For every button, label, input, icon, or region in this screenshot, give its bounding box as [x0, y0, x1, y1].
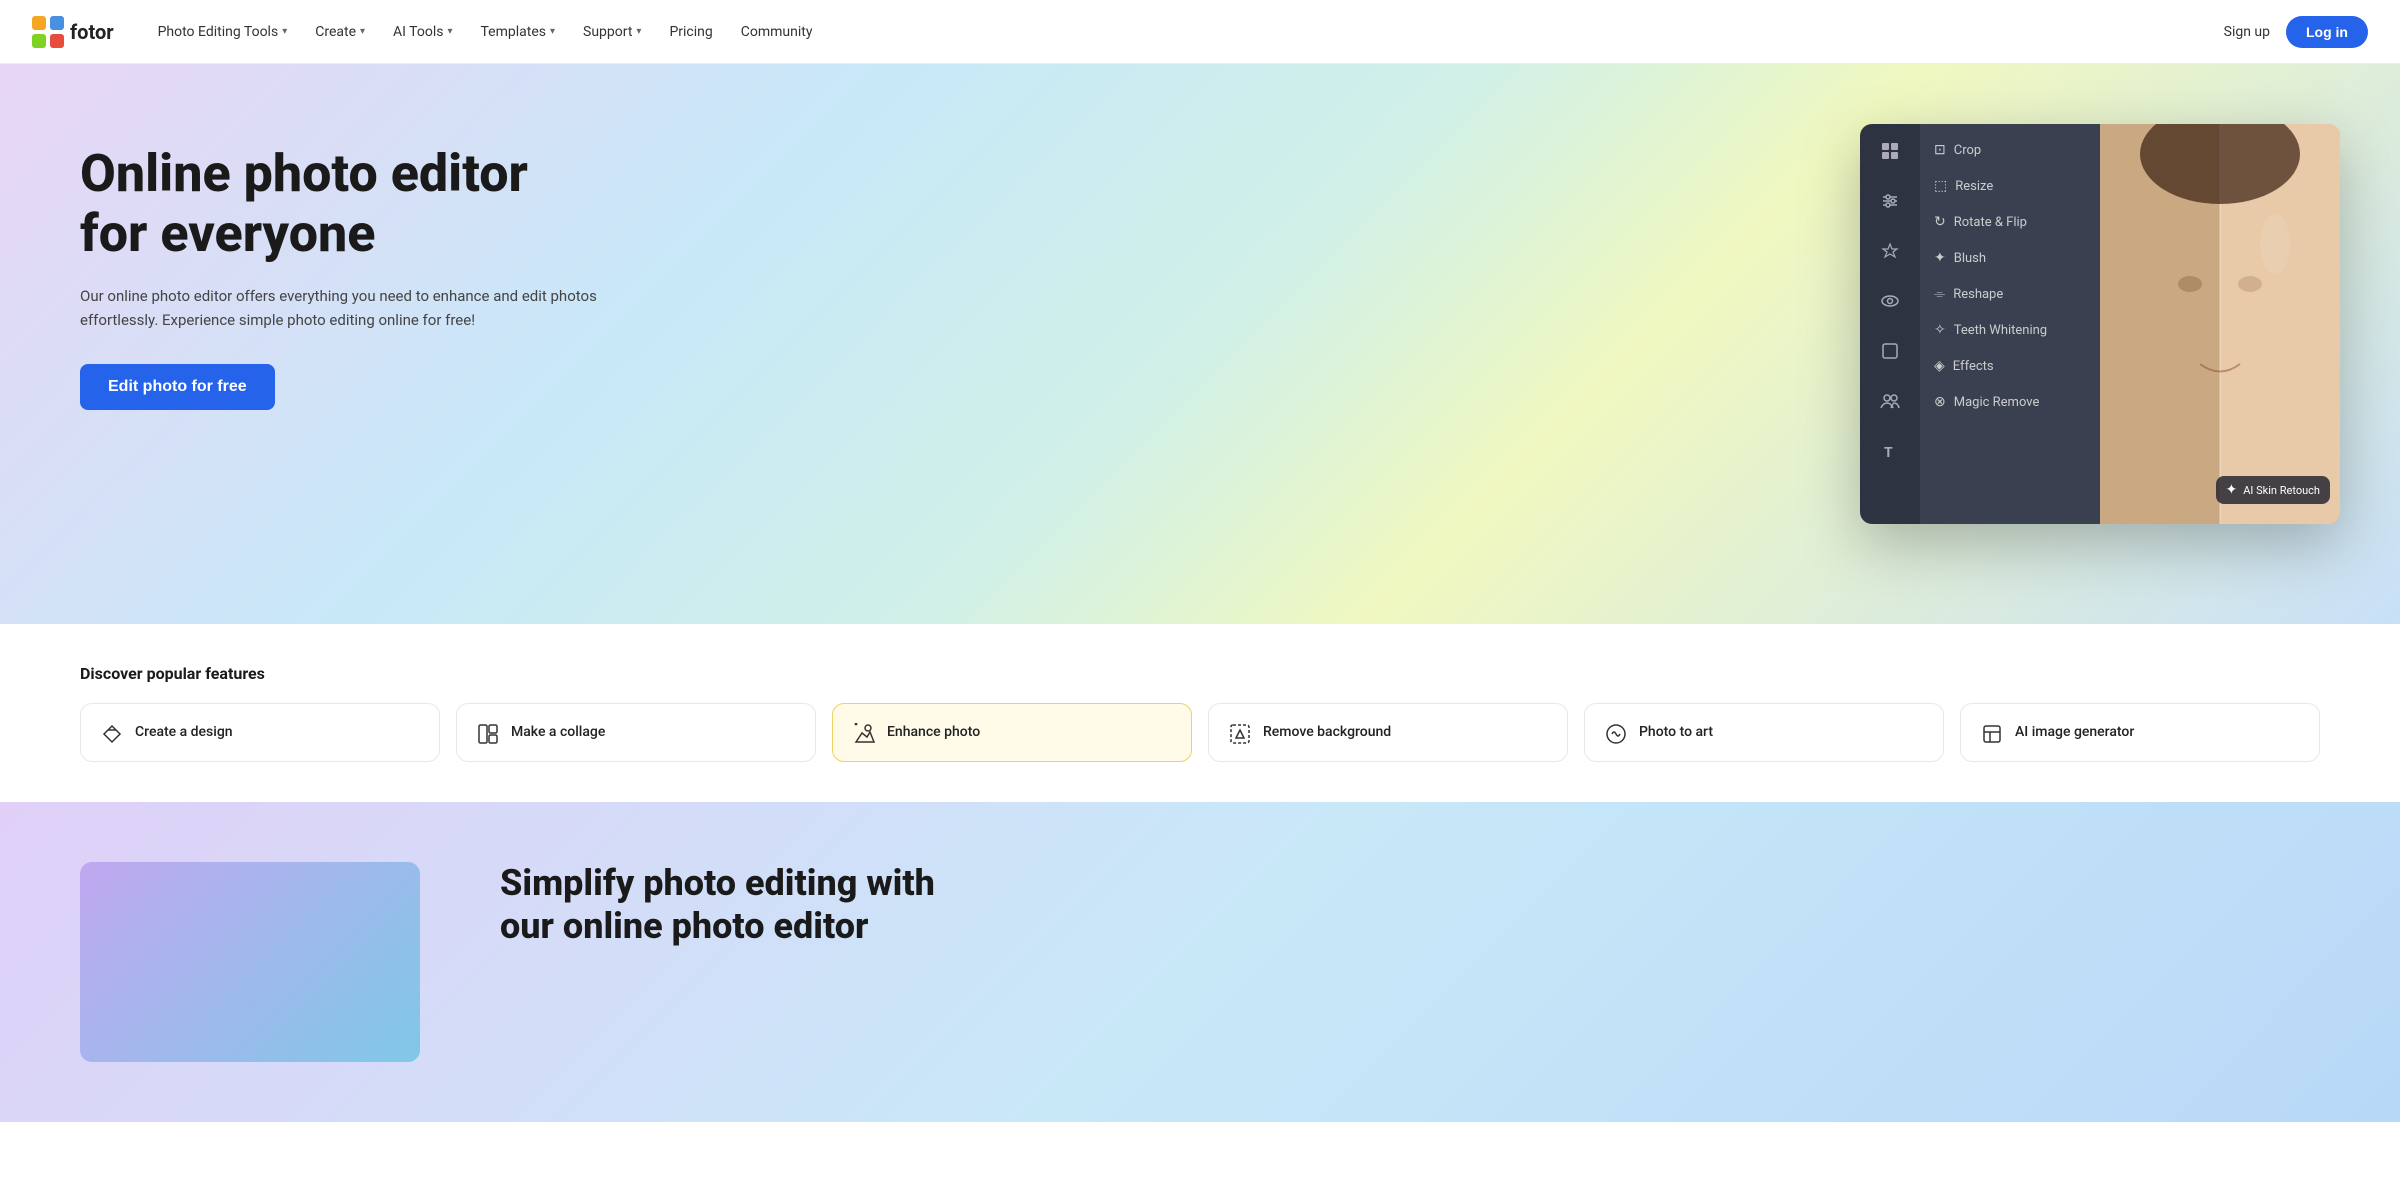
- editor-sidebar: T: [1860, 124, 1920, 524]
- nav-link-community[interactable]: Community: [729, 18, 825, 46]
- enhance-photo-icon: [853, 720, 875, 745]
- brand-name: fotor: [70, 20, 114, 44]
- features-section: Discover popular features Create a desig…: [0, 624, 2400, 802]
- feature-card-remove-background[interactable]: Remove background: [1208, 703, 1568, 762]
- panel-icon: ✦: [1934, 250, 1946, 266]
- sidebar-apps-icon[interactable]: [1875, 136, 1905, 166]
- hero-subtitle: Our online photo editor offers everythin…: [80, 284, 600, 332]
- panel-label: Reshape: [1953, 287, 2003, 302]
- panel-item-crop[interactable]: ⊡ Crop: [1920, 132, 2100, 168]
- panel-icon: ◈: [1934, 358, 1945, 374]
- sidebar-eye-icon[interactable]: [1875, 286, 1905, 316]
- ai-badge-icon: ✦: [2226, 482, 2238, 498]
- hero-section: Online photo editor for everyone Our onl…: [0, 64, 2400, 624]
- panel-label: Teeth Whitening: [1954, 323, 2047, 338]
- sidebar-beauty-icon[interactable]: [1875, 236, 1905, 266]
- chevron-down-icon: ▾: [550, 26, 555, 37]
- feature-label: Make a collage: [511, 724, 605, 740]
- feature-card-enhance-photo[interactable]: Enhance photo: [832, 703, 1192, 762]
- panel-icon: ⊡: [1934, 142, 1946, 158]
- panel-item-reshape[interactable]: ⌯ Reshape: [1920, 276, 2100, 312]
- panel-icon: ⬚: [1934, 178, 1947, 194]
- feature-label: Photo to art: [1639, 724, 1713, 740]
- panel-icon: ⌯: [1934, 286, 1945, 302]
- svg-text:T: T: [1884, 445, 1893, 461]
- nav-links: Photo Editing Tools▾Create▾AI Tools▾Temp…: [146, 18, 2224, 46]
- features-title: Discover popular features: [80, 664, 2320, 683]
- hero-title: Online photo editor for everyone: [80, 144, 600, 264]
- panel-label: Effects: [1953, 359, 1994, 374]
- face-image: [2100, 124, 2340, 524]
- panel-item-rotate-&-flip[interactable]: ↻ Rotate & Flip: [1920, 204, 2100, 240]
- nav-link-pricing[interactable]: Pricing: [657, 18, 724, 46]
- chevron-down-icon: ▾: [447, 26, 452, 37]
- sidebar-people-icon[interactable]: [1875, 386, 1905, 416]
- nav-link-support[interactable]: Support▾: [571, 18, 653, 46]
- panel-icon: ✧: [1934, 322, 1946, 338]
- sidebar-text-icon[interactable]: T: [1875, 436, 1905, 466]
- chevron-down-icon: ▾: [282, 26, 287, 37]
- feature-label: Enhance photo: [887, 724, 980, 740]
- nav-link-create[interactable]: Create▾: [303, 18, 377, 46]
- create-a-design-icon: [101, 720, 123, 745]
- feature-label: Remove background: [1263, 724, 1391, 740]
- feature-label: Create a design: [135, 724, 233, 740]
- chevron-down-icon: ▾: [360, 26, 365, 37]
- editor-canvas: ✦ AI Skin Retouch: [2100, 124, 2340, 524]
- sidebar-crop-icon[interactable]: [1875, 336, 1905, 366]
- signup-link[interactable]: Sign up: [2224, 24, 2270, 40]
- chevron-down-icon: ▾: [636, 26, 641, 37]
- nav-link-ai-tools[interactable]: AI Tools▾: [381, 18, 464, 46]
- navbar: fotor Photo Editing Tools▾Create▾AI Tool…: [0, 0, 2400, 64]
- editor-panel: ⊡ Crop ⬚ Resize ↻ Rotate & Flip ✦ Blush ⌯ Reshape…: [1920, 124, 2100, 524]
- editor-preview: T ⊡ Crop ⬚ Resize ↻ Rotate & Flip ✦ Blush ⌯ Resha…: [1860, 124, 2340, 524]
- hero-content: Online photo editor for everyone Our onl…: [80, 124, 600, 410]
- panel-item-blush[interactable]: ✦ Blush: [1920, 240, 2100, 276]
- ai-badge-label: AI Skin Retouch: [2243, 484, 2320, 497]
- nav-link-photo-editing-tools[interactable]: Photo Editing Tools▾: [146, 18, 300, 46]
- ai-skin-retouch-badge: ✦ AI Skin Retouch: [2216, 476, 2330, 504]
- feature-label: AI image generator: [2015, 724, 2134, 740]
- panel-label: Rotate & Flip: [1954, 215, 2027, 230]
- login-button[interactable]: Log in: [2286, 16, 2368, 48]
- feature-card-ai-image-generator[interactable]: AI image generator: [1960, 703, 2320, 762]
- panel-label: Crop: [1954, 143, 1981, 158]
- panel-label: Resize: [1955, 179, 1993, 194]
- nav-link-templates[interactable]: Templates▾: [468, 18, 567, 46]
- panel-item-effects[interactable]: ◈ Effects: [1920, 348, 2100, 384]
- make-a-collage-icon: [477, 720, 499, 745]
- bottom-content: Simplify photo editing with our online p…: [500, 862, 2320, 948]
- bottom-section: Simplify photo editing with our online p…: [0, 802, 2400, 1122]
- panel-label: Magic Remove: [1954, 395, 2040, 410]
- sidebar-adjust-icon[interactable]: [1875, 186, 1905, 216]
- ai-image-generator-icon: [1981, 720, 2003, 745]
- nav-auth: Sign up Log in: [2224, 16, 2368, 48]
- feature-card-photo-to-art[interactable]: Photo to art: [1584, 703, 1944, 762]
- feature-card-make-a-collage[interactable]: Make a collage: [456, 703, 816, 762]
- feature-card-create-a-design[interactable]: Create a design: [80, 703, 440, 762]
- bottom-title: Simplify photo editing with our online p…: [500, 862, 960, 948]
- remove-background-icon: [1229, 720, 1251, 745]
- panel-icon: ⊗: [1934, 394, 1946, 410]
- logo[interactable]: fotor: [32, 16, 114, 48]
- panel-item-magic-remove[interactable]: ⊗ Magic Remove: [1920, 384, 2100, 420]
- panel-item-resize[interactable]: ⬚ Resize: [1920, 168, 2100, 204]
- bottom-image: [80, 862, 420, 1062]
- hero-cta-button[interactable]: Edit photo for free: [80, 364, 275, 410]
- panel-item-teeth-whitening[interactable]: ✧ Teeth Whitening: [1920, 312, 2100, 348]
- hero-editor-mockup: T ⊡ Crop ⬚ Resize ↻ Rotate & Flip ✦ Blush ⌯ Resha…: [1860, 124, 2340, 524]
- panel-label: Blush: [1954, 251, 1986, 266]
- features-grid: Create a design Make a collage Enhance pho…: [80, 703, 2320, 802]
- panel-icon: ↻: [1934, 214, 1946, 230]
- photo-to-art-icon: [1605, 720, 1627, 745]
